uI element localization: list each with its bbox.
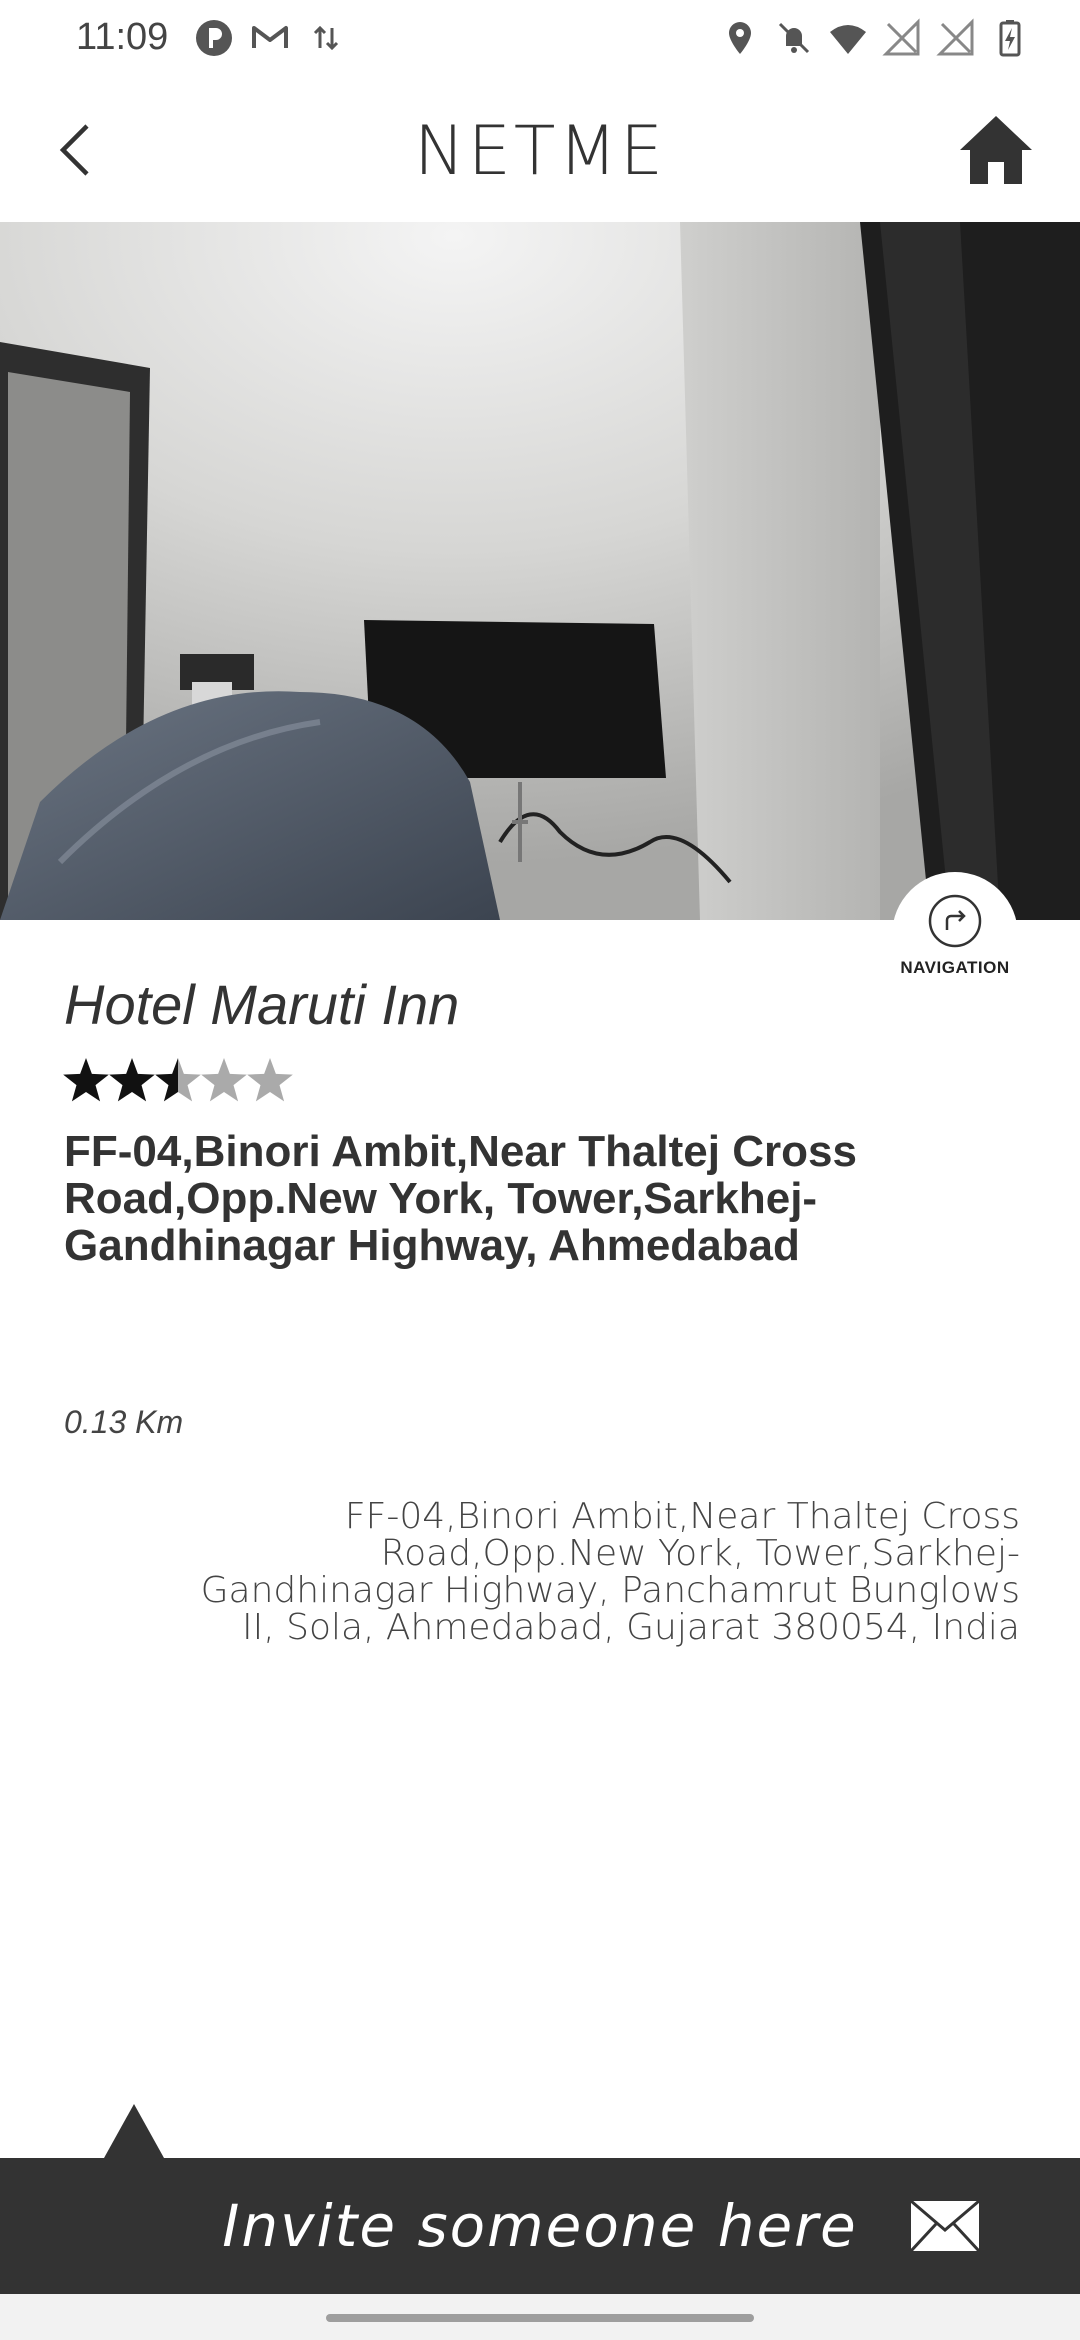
star-rating: [63, 1058, 293, 1102]
distance-label: 0.13 Km: [64, 1404, 184, 1440]
battery-charging-icon: [999, 20, 1021, 57]
hotel-address-full: FF-04,Binori Ambit,Near Thaltej Cross Ro…: [200, 1496, 1020, 1648]
invite-pointer: [104, 2104, 164, 2158]
hotel-photo: [0, 222, 1080, 920]
navigation-label[interactable]: NAVIGATION: [880, 958, 1030, 978]
data-transfer-icon: [313, 25, 339, 51]
status-time: 11:09: [76, 16, 169, 58]
screen: 11:09 NETME NAVIGATION Hotel Maruti Inn …: [0, 0, 1080, 2340]
app-title: NETME: [413, 112, 666, 191]
no-signal-icon: [936, 18, 974, 56]
notifications-off-icon: [778, 22, 810, 54]
gesture-area: [0, 2294, 1080, 2340]
hotel-room-photo: [0, 222, 1080, 920]
hotel-address-short: FF-04,Binori Ambit,Near Thaltej Cross Ro…: [64, 1127, 857, 1270]
home-button[interactable]: [952, 108, 1040, 192]
gmail-icon: [252, 26, 288, 48]
star-icon: [247, 1058, 293, 1102]
no-signal-icon: [882, 18, 920, 56]
wifi-icon: [830, 25, 866, 54]
turn-right-icon: [928, 894, 982, 948]
hotel-name: Hotel Maruti Inn: [64, 973, 460, 1036]
star-icon: [155, 1058, 201, 1102]
status-right-icons: [720, 18, 1030, 58]
mail-icon[interactable]: [910, 2200, 980, 2252]
pie-app-icon: [196, 20, 232, 56]
app-bar: NETME: [0, 78, 1080, 222]
star-icon: [63, 1058, 109, 1102]
star-icon: [201, 1058, 247, 1102]
location-icon: [729, 22, 751, 54]
status-left-icons: [194, 18, 346, 58]
home-icon: [960, 116, 1032, 184]
gesture-handle[interactable]: [326, 2314, 754, 2322]
star-icon: [109, 1058, 155, 1102]
status-bar: 11:09: [0, 0, 1080, 78]
invite-bar[interactable]: Invite someone here: [0, 2158, 1080, 2294]
